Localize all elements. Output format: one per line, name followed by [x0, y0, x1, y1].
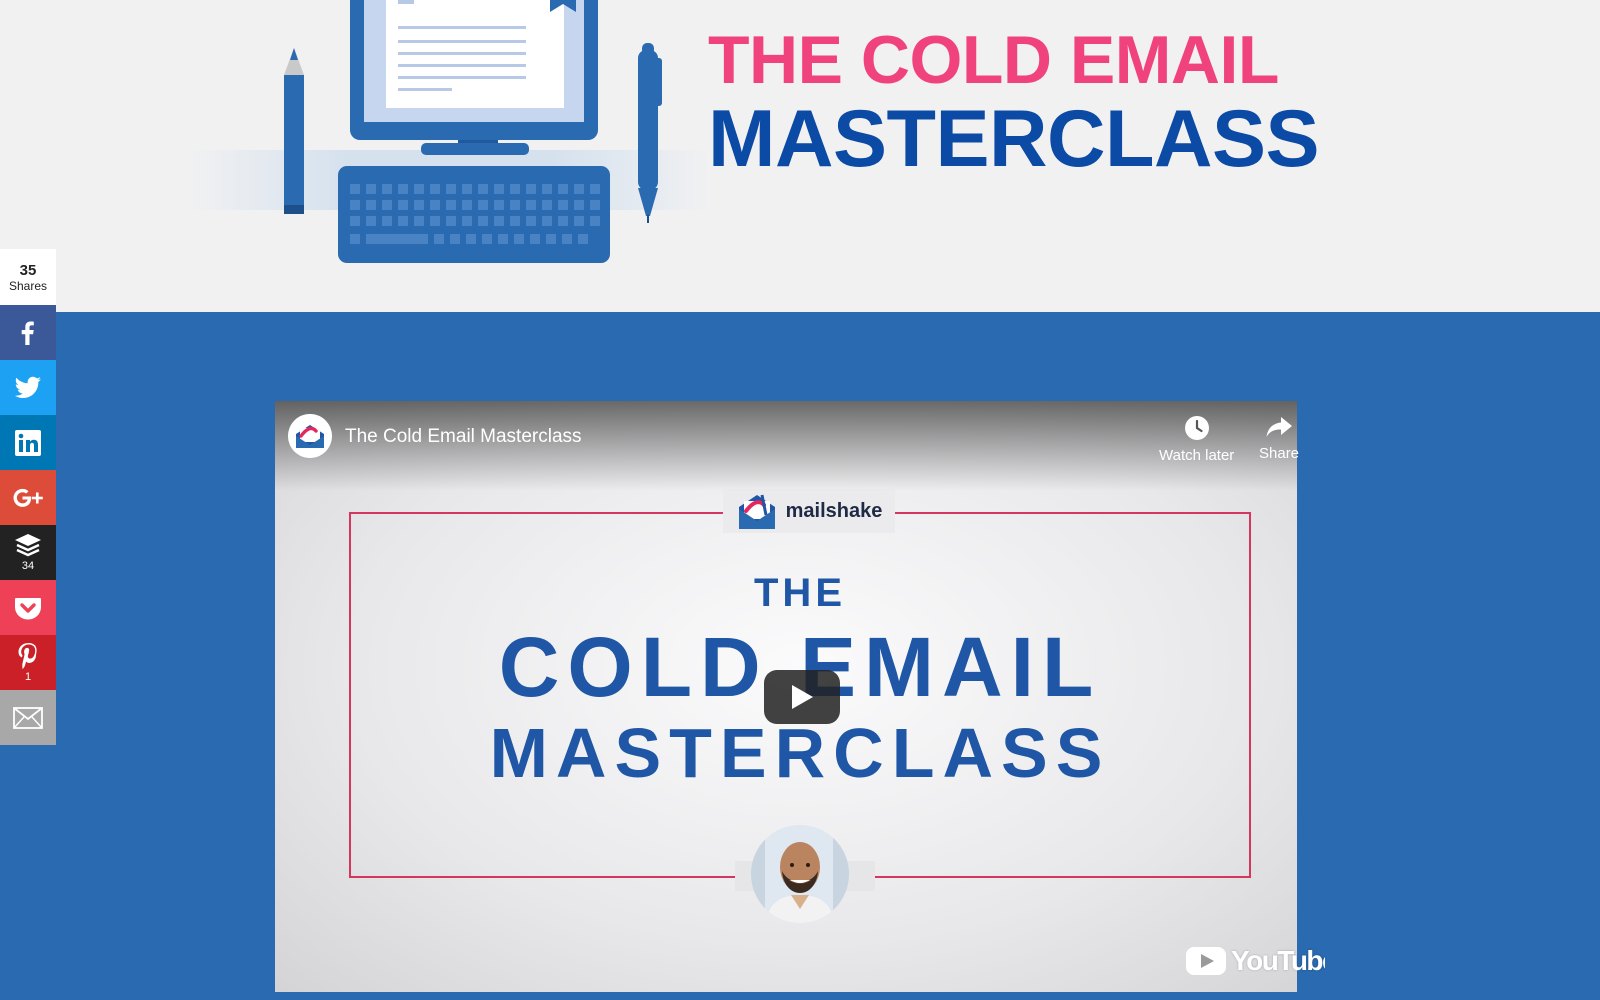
mailshake-channel-icon: [288, 414, 332, 458]
hero-title: THE COLD EMAIL MASTERCLASS: [708, 22, 1320, 184]
buffer-icon: [15, 534, 41, 557]
hero-title-line1: THE COLD EMAIL: [708, 22, 1279, 98]
share-video-button[interactable]: Share: [1259, 415, 1299, 462]
hero-title-line2: MASTERCLASS: [708, 94, 1320, 184]
mailshake-envelope-icon: [738, 494, 775, 529]
google-plus-icon: [13, 488, 43, 507]
hero-banner: THE COLD EMAIL MASTERCLASS: [0, 0, 1600, 312]
share-video-label: Share: [1259, 445, 1300, 462]
play-icon: [792, 685, 813, 709]
share-button-buffer[interactable]: 34: [0, 525, 56, 580]
twitter-icon: [14, 376, 41, 398]
watch-later-label: Watch later: [1159, 447, 1235, 464]
share-count-pinterest: 1: [24, 671, 32, 683]
share-arrow-icon: [1266, 417, 1293, 437]
clock-icon: [1184, 416, 1209, 440]
youtube-logo[interactable]: YouTube: [1185, 945, 1325, 977]
youtube-icon: [1186, 947, 1226, 975]
share-count-number: 35: [19, 261, 37, 279]
play-button[interactable]: [764, 670, 840, 724]
video-player[interactable]: mailshake THE COLD EMAIL MASTERCLASS The…: [275, 401, 1325, 992]
share-button-linkedin[interactable]: [0, 415, 56, 470]
facebook-icon: [21, 321, 34, 345]
player-right-edge: [1297, 401, 1325, 992]
share-button-google-plus[interactable]: [0, 470, 56, 525]
watch-later-button[interactable]: Watch later: [1159, 415, 1234, 464]
share-button-facebook[interactable]: [0, 305, 56, 360]
share-button-pocket[interactable]: [0, 580, 56, 635]
linkedin-icon: [15, 429, 41, 456]
share-button-pinterest[interactable]: 1: [0, 635, 56, 690]
email-icon: [13, 706, 43, 729]
youtube-wordmark: YouTube: [1231, 945, 1325, 976]
channel-avatar[interactable]: [288, 414, 332, 458]
share-button-twitter[interactable]: [0, 360, 56, 415]
presenter-avatar: [751, 825, 849, 923]
share-button-email[interactable]: [0, 690, 56, 745]
share-count-buffer: 34: [21, 560, 35, 572]
mailshake-logo: mailshake: [723, 489, 895, 533]
computer-desk-icon: [284, 0, 662, 263]
thumbnail-title-line1: THE: [754, 571, 846, 615]
pocket-icon: [15, 597, 41, 619]
thumbnail-title-line3: MASTERCLASS: [489, 714, 1111, 792]
social-share-bar: 35 Shares 34 1: [0, 249, 56, 745]
share-count-label: Shares: [8, 278, 48, 293]
share-count: 35 Shares: [0, 249, 56, 305]
mailshake-brand: mailshake: [785, 499, 883, 522]
pinterest-icon: [18, 643, 37, 669]
video-title-link[interactable]: The Cold Email Masterclass: [345, 426, 582, 448]
